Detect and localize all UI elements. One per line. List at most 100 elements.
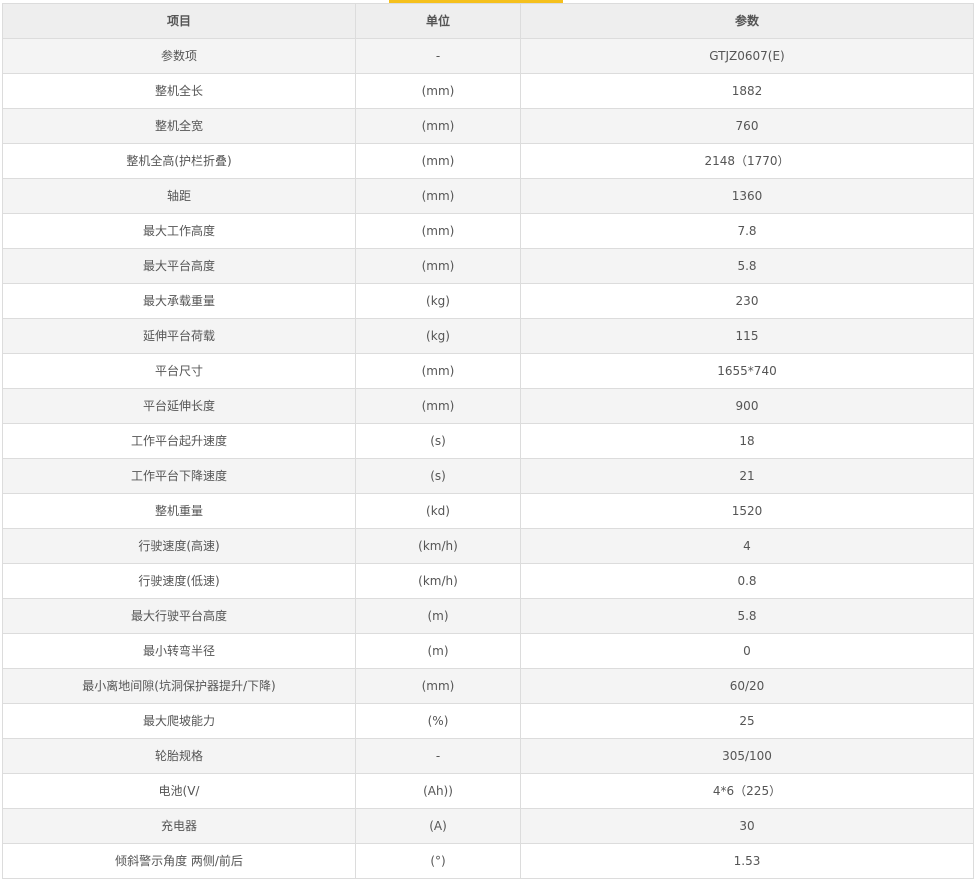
header-item: 项目: [2, 3, 356, 39]
cell-value: 305/100: [520, 738, 974, 774]
cell-item: 平台延伸长度: [2, 388, 356, 424]
table-row: 整机重量 (kd) 1520: [2, 493, 974, 529]
header-unit: 单位: [355, 3, 521, 39]
cell-unit: (kg): [355, 283, 521, 319]
cell-value: 0: [520, 633, 974, 669]
cell-item: 最大承载重量: [2, 283, 356, 319]
cell-value: 1655*740: [520, 353, 974, 389]
table-row: 最小转弯半径 (m) 0: [2, 633, 974, 669]
cell-unit: (A): [355, 808, 521, 844]
cell-unit: (mm): [355, 213, 521, 249]
cell-item: 最小离地间隙(坑洞保护器提升/下降): [2, 668, 356, 704]
cell-unit: (s): [355, 458, 521, 494]
cell-unit: (kd): [355, 493, 521, 529]
table-row: 最小离地间隙(坑洞保护器提升/下降) (mm) 60/20: [2, 668, 974, 704]
cell-value: 230: [520, 283, 974, 319]
cell-value: 4: [520, 528, 974, 564]
cell-value: 30: [520, 808, 974, 844]
cell-unit: -: [355, 38, 521, 74]
cell-unit: (kg): [355, 318, 521, 354]
cell-unit: (mm): [355, 108, 521, 144]
cell-item: 工作平台起升速度: [2, 423, 356, 459]
cell-item: 参数项: [2, 38, 356, 74]
cell-unit: (mm): [355, 143, 521, 179]
cell-item: 整机全宽: [2, 108, 356, 144]
cell-item: 轴距: [2, 178, 356, 214]
table-row: 工作平台起升速度 (s) 18: [2, 423, 974, 459]
cell-value: 7.8: [520, 213, 974, 249]
cell-unit: (km/h): [355, 563, 521, 599]
table-row: 最大平台高度 (mm) 5.8: [2, 248, 974, 284]
table-row: 整机全宽 (mm) 760: [2, 108, 974, 144]
cell-unit: (Ah)): [355, 773, 521, 809]
cell-item: 充电器: [2, 808, 356, 844]
cell-item: 最大平台高度: [2, 248, 356, 284]
table-row: 最大工作高度 (mm) 7.8: [2, 213, 974, 249]
cell-value: 1882: [520, 73, 974, 109]
cell-item: 整机重量: [2, 493, 356, 529]
cell-value: 25: [520, 703, 974, 739]
table-row: 平台尺寸 (mm) 1655*740: [2, 353, 974, 389]
cell-value: 5.8: [520, 598, 974, 634]
cell-value: 760: [520, 108, 974, 144]
cell-value: 18: [520, 423, 974, 459]
table-row: 整机全高(护栏折叠) (mm) 2148（1770）: [2, 143, 974, 179]
table-row: 轴距 (mm) 1360: [2, 178, 974, 214]
table-row: 最大爬坡能力 (%) 25: [2, 703, 974, 739]
table-row: 轮胎规格 -305/100: [2, 738, 974, 774]
table-row: 倾斜警示角度 两侧/前后 (°) 1.53: [2, 843, 974, 879]
cell-unit: (km/h): [355, 528, 521, 564]
cell-item: 最小转弯半径: [2, 633, 356, 669]
cell-item: 工作平台下降速度: [2, 458, 356, 494]
cell-unit: (mm): [355, 178, 521, 214]
cell-unit: (mm): [355, 248, 521, 284]
cell-item: 电池(V/: [2, 773, 356, 809]
cell-unit: (m): [355, 598, 521, 634]
table-row: 工作平台下降速度 (s) 21: [2, 458, 974, 494]
table-row: 充电器 (A) 30: [2, 808, 974, 844]
cell-item: 最大工作高度: [2, 213, 356, 249]
cell-value: 5.8: [520, 248, 974, 284]
cell-item: 整机全高(护栏折叠): [2, 143, 356, 179]
cell-unit: (s): [355, 423, 521, 459]
table-header-row: 项目 单位 参数: [2, 3, 974, 39]
cell-value: 2148（1770）: [520, 143, 974, 179]
cell-value: 1520: [520, 493, 974, 529]
cell-value: 21: [520, 458, 974, 494]
header-value: 参数: [520, 3, 974, 39]
table-row: 行驶速度(高速) (km/h) 4: [2, 528, 974, 564]
cell-item: 最大行驶平台高度: [2, 598, 356, 634]
cell-value: 4*6（225）: [520, 773, 974, 809]
spec-table: 项目 单位 参数 参数项 - GTJZ0607(E) 整机全长 (mm) 1882 整机全宽…: [2, 3, 974, 879]
cell-item: 行驶速度(高速): [2, 528, 356, 564]
cell-value: 1360: [520, 178, 974, 214]
cell-unit: -: [355, 738, 521, 774]
cell-item: 轮胎规格: [2, 738, 356, 774]
table-row: 行驶速度(低速) (km/h) 0.8: [2, 563, 974, 599]
table-row: 电池(V/(Ah)) 4*6（225）: [2, 773, 974, 809]
table-row: 最大行驶平台高度 (m) 5.8: [2, 598, 974, 634]
table-row: 最大承载重量 (kg) 230: [2, 283, 974, 319]
cell-value: 115: [520, 318, 974, 354]
cell-value: 0.8: [520, 563, 974, 599]
cell-unit: (mm): [355, 353, 521, 389]
table-body: 参数项 - GTJZ0607(E) 整机全长 (mm) 1882 整机全宽 (mm) 760 整机…: [2, 38, 974, 879]
cell-unit: (°): [355, 843, 521, 879]
cell-value: 60/20: [520, 668, 974, 704]
table-row: 整机全长 (mm) 1882: [2, 73, 974, 109]
table-row: 平台延伸长度 (mm) 900: [2, 388, 974, 424]
cell-unit: (mm): [355, 668, 521, 704]
cell-item: 平台尺寸: [2, 353, 356, 389]
cell-item: 倾斜警示角度 两侧/前后: [2, 843, 356, 879]
cell-unit: (mm): [355, 73, 521, 109]
table-row: 参数项 - GTJZ0607(E): [2, 38, 974, 74]
cell-value: GTJZ0607(E): [520, 38, 974, 74]
cell-item: 行驶速度(低速): [2, 563, 356, 599]
cell-unit: (mm): [355, 388, 521, 424]
cell-item: 最大爬坡能力: [2, 703, 356, 739]
cell-item: 整机全长: [2, 73, 356, 109]
cell-unit: (%): [355, 703, 521, 739]
cell-unit: (m): [355, 633, 521, 669]
table-row: 延伸平台荷载 (kg) 115: [2, 318, 974, 354]
cell-value: 900: [520, 388, 974, 424]
